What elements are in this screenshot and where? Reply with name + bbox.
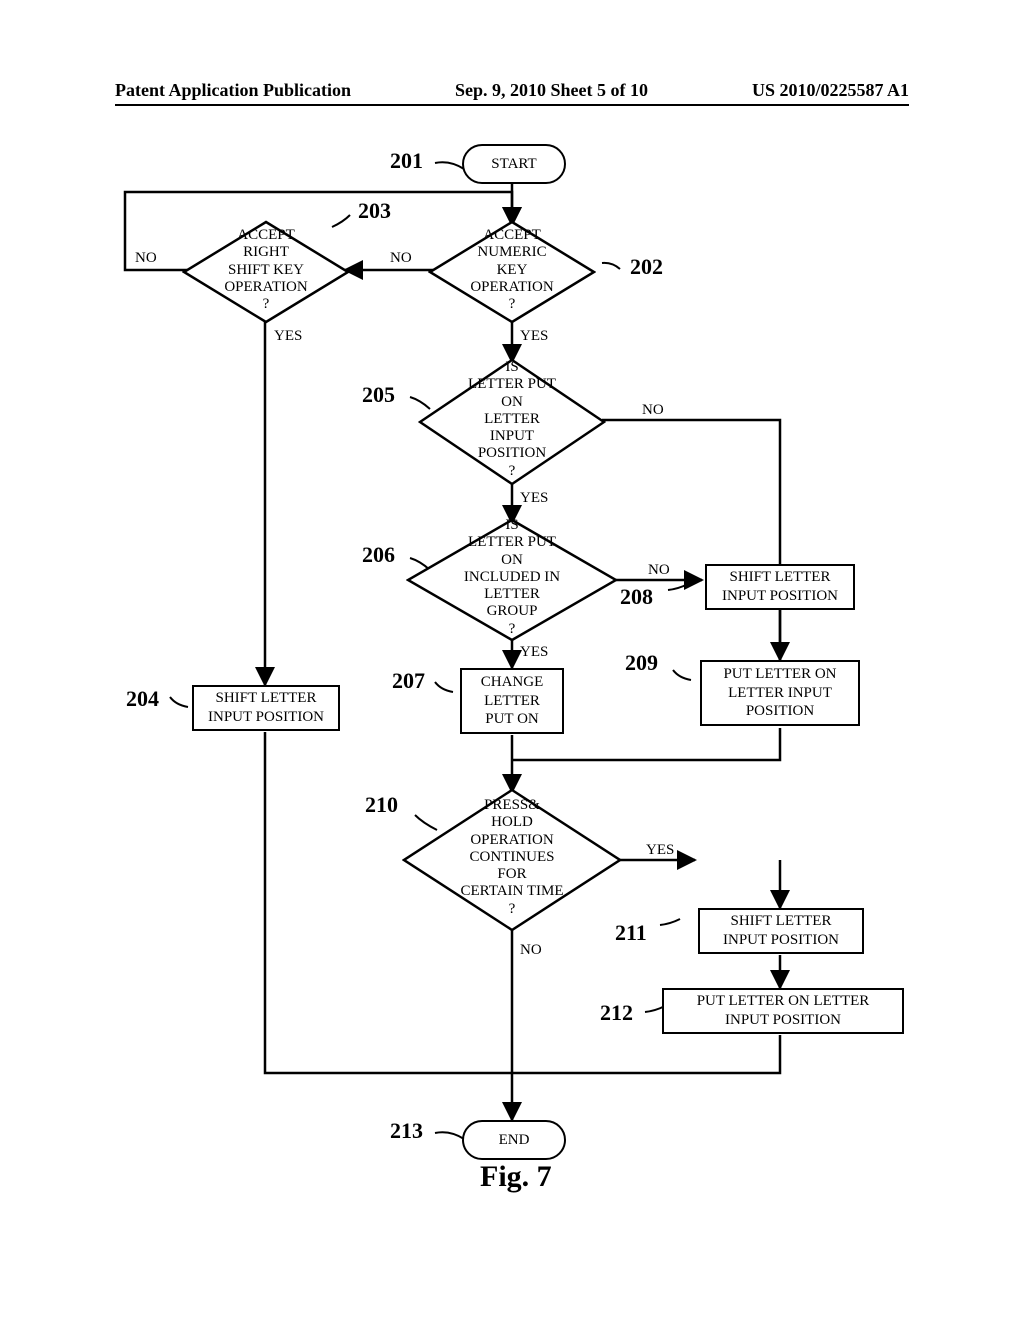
decision-210-text: PRESS& HOLD OPERATION CONTINUES FOR CERT… — [457, 797, 567, 918]
ref-212: 212 — [600, 1000, 633, 1026]
ref-201: 201 — [390, 148, 423, 174]
label-no-202: NO — [390, 250, 412, 267]
process-208-text: SHIFT LETTER INPUT POSITION — [722, 568, 838, 606]
process-209: PUT LETTER ON LETTER INPUT POSITION — [700, 660, 860, 726]
label-no-206: NO — [648, 562, 670, 579]
process-208: SHIFT LETTER INPUT POSITION — [705, 564, 855, 610]
ref-207: 207 — [392, 668, 425, 694]
decision-205: IS LETTER PUT ON LETTER INPUT POSITION ? — [418, 358, 606, 486]
decision-206-text: IS LETTER PUT ON INCLUDED IN LETTER GROU… — [459, 517, 565, 638]
header-rule — [115, 104, 909, 106]
ref-210: 210 — [365, 792, 398, 818]
terminator-end: END — [462, 1120, 566, 1160]
ref-208: 208 — [620, 584, 653, 610]
page-header: Patent Application Publication Sep. 9, 2… — [115, 80, 909, 101]
process-204-text: SHIFT LETTER INPUT POSITION — [208, 689, 324, 727]
label-yes-205: YES — [520, 490, 548, 507]
decision-203: ACCEPT RIGHT SHIFT KEY OPERATION ? — [182, 220, 350, 324]
ref-205: 205 — [362, 382, 395, 408]
label-no-203: NO — [135, 250, 157, 267]
process-207: CHANGE LETTER PUT ON — [460, 668, 564, 734]
process-212-text: PUT LETTER ON LETTER INPUT POSITION — [697, 992, 870, 1030]
decision-202-text: ACCEPT NUMERIC KEY OPERATION ? — [470, 227, 554, 313]
figure-caption: Fig. 7 — [480, 1160, 552, 1194]
ref-206: 206 — [362, 542, 395, 568]
decision-202: ACCEPT NUMERIC KEY OPERATION ? — [428, 220, 596, 324]
start-label: START — [491, 156, 536, 173]
ref-204: 204 — [126, 686, 159, 712]
ref-202: 202 — [630, 254, 663, 280]
process-211-text: SHIFT LETTER INPUT POSITION — [723, 912, 839, 950]
label-yes-206: YES — [520, 644, 548, 661]
ref-211: 211 — [615, 920, 647, 946]
decision-205-text: IS LETTER PUT ON LETTER INPUT POSITION ? — [465, 359, 559, 480]
label-yes-203: YES — [274, 328, 302, 345]
process-207-text: CHANGE LETTER PUT ON — [481, 673, 544, 729]
header-right: US 2010/0225587 A1 — [752, 80, 909, 101]
process-204: SHIFT LETTER INPUT POSITION — [192, 685, 340, 731]
label-yes-202: YES — [520, 328, 548, 345]
terminator-start: START — [462, 144, 566, 184]
process-211: SHIFT LETTER INPUT POSITION — [698, 908, 864, 954]
decision-203-text: ACCEPT RIGHT SHIFT KEY OPERATION ? — [224, 227, 308, 313]
ref-209: 209 — [625, 650, 658, 676]
end-label: END — [499, 1132, 530, 1149]
header-left: Patent Application Publication — [115, 80, 351, 101]
header-center: Sep. 9, 2010 Sheet 5 of 10 — [455, 80, 648, 101]
decision-206: IS LETTER PUT ON INCLUDED IN LETTER GROU… — [406, 518, 618, 642]
page: Patent Application Publication Sep. 9, 2… — [0, 0, 1024, 1320]
process-212: PUT LETTER ON LETTER INPUT POSITION — [662, 988, 904, 1034]
ref-213: 213 — [390, 1118, 423, 1144]
label-no-205: NO — [642, 402, 664, 419]
flowchart: START ACCEPT NUMERIC KEY OPERATION ? ACC… — [100, 130, 930, 1190]
label-yes-210: YES — [646, 842, 674, 859]
ref-203: 203 — [358, 198, 391, 224]
label-no-210: NO — [520, 942, 542, 959]
decision-210: PRESS& HOLD OPERATION CONTINUES FOR CERT… — [402, 788, 622, 932]
process-209-text: PUT LETTER ON LETTER INPUT POSITION — [723, 665, 836, 721]
